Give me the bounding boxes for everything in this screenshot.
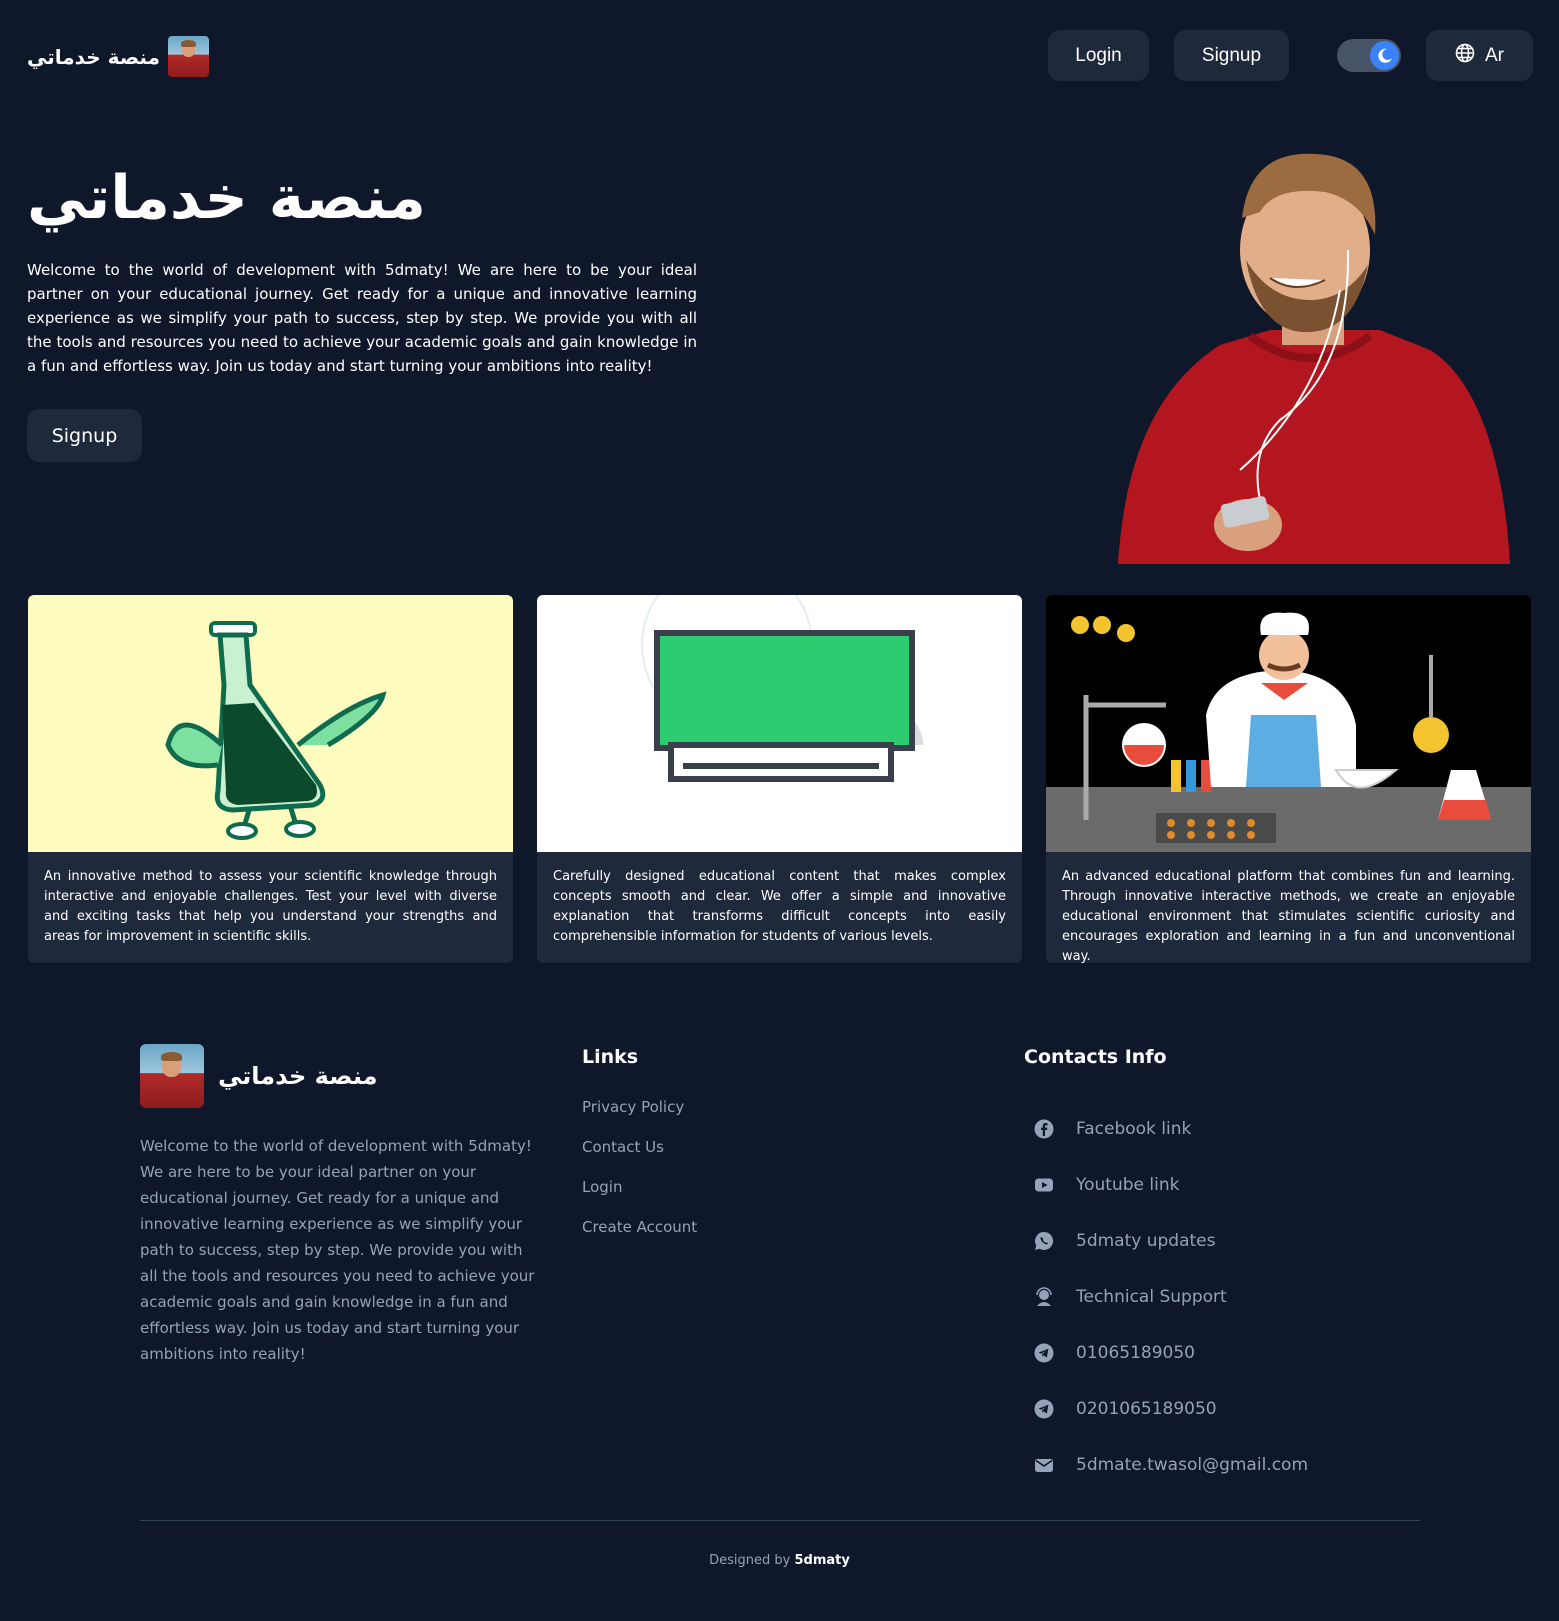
telegram-icon — [1034, 1343, 1054, 1363]
hero-title: منصة خدماتي — [27, 163, 426, 233]
footer-avatar — [140, 1044, 204, 1108]
contact-label: 5dmate.twasol@gmail.com — [1076, 1455, 1309, 1475]
youtube-icon — [1034, 1175, 1054, 1195]
footer-credit: Designed by 5dmaty — [0, 1553, 1559, 1568]
card-description: An advanced educational platform that co… — [1062, 869, 1515, 963]
signup-button[interactable]: Signup — [1174, 30, 1289, 81]
footer-link-contact-us[interactable]: Contact Us — [582, 1138, 697, 1178]
whatsapp-icon — [1034, 1231, 1054, 1251]
hero-signup-button[interactable]: Signup — [27, 409, 142, 462]
contact-email[interactable]: 5dmate.twasol@gmail.com — [1034, 1437, 1308, 1493]
contact-label: Youtube link — [1076, 1175, 1180, 1195]
language-button[interactable]: Ar — [1426, 30, 1533, 81]
contact-label: 0201065189050 — [1076, 1399, 1217, 1419]
login-button[interactable]: Login — [1048, 30, 1149, 81]
links-heading: Links — [582, 1046, 639, 1068]
contact-label: Technical Support — [1076, 1287, 1227, 1307]
footer-links-list: Privacy Policy Contact Us Login Create A… — [582, 1098, 697, 1258]
credit-name[interactable]: 5dmaty — [795, 1553, 850, 1568]
facebook-icon — [1034, 1119, 1054, 1139]
chef-laboratory-illustration — [1046, 595, 1531, 852]
language-label: Ar — [1485, 44, 1504, 66]
feature-card-content[interactable]: Carefully designed educational content t… — [537, 595, 1022, 963]
contact-facebook[interactable]: Facebook link — [1034, 1101, 1308, 1157]
contact-phone-1[interactable]: 01065189050 — [1034, 1325, 1308, 1381]
contact-technical-support[interactable]: Technical Support — [1034, 1269, 1308, 1325]
contacts-heading: Contacts Info — [1024, 1046, 1167, 1068]
telegram-icon — [1034, 1399, 1054, 1419]
footer-divider — [140, 1520, 1420, 1521]
brand-name: منصة خدماتي — [27, 44, 160, 69]
brand[interactable]: منصة خدماتي — [27, 36, 209, 77]
mail-icon — [1034, 1455, 1054, 1475]
hero-man-illustration — [1118, 153, 1510, 564]
footer-brand[interactable]: منصة خدماتي — [140, 1044, 378, 1108]
contact-whatsapp[interactable]: 5dmaty updates — [1034, 1213, 1308, 1269]
globe-icon — [1455, 43, 1475, 69]
card-description: An innovative method to assess your scie… — [44, 869, 497, 944]
feature-card-assessment[interactable]: An innovative method to assess your scie… — [28, 595, 513, 963]
header: منصة خدماتي Login Signup Ar — [0, 0, 1559, 112]
support-icon — [1034, 1287, 1054, 1307]
green-board-illustration — [537, 595, 1022, 852]
contact-youtube[interactable]: Youtube link — [1034, 1157, 1308, 1213]
contact-label: 01065189050 — [1076, 1343, 1195, 1363]
footer-about-text: Welcome to the world of development with… — [140, 1137, 535, 1363]
contact-phone-2[interactable]: 0201065189050 — [1034, 1381, 1308, 1437]
contacts-list: Facebook link Youtube link 5dmaty update… — [1034, 1101, 1308, 1493]
footer-brand-name: منصة خدماتي — [218, 1062, 378, 1090]
hero-description: Welcome to the world of development with… — [27, 261, 697, 375]
feature-card-platform[interactable]: An advanced educational platform that co… — [1046, 595, 1531, 963]
moon-icon — [1370, 41, 1399, 70]
brand-avatar — [167, 36, 209, 77]
flask-character-illustration — [28, 595, 513, 852]
contact-label: 5dmaty updates — [1076, 1231, 1216, 1251]
theme-toggle[interactable] — [1337, 39, 1401, 72]
footer-link-create-account[interactable]: Create Account — [582, 1218, 697, 1258]
contact-label: Facebook link — [1076, 1119, 1192, 1139]
card-description: Carefully designed educational content t… — [553, 869, 1006, 944]
footer-link-privacy-policy[interactable]: Privacy Policy — [582, 1098, 697, 1138]
footer-link-login[interactable]: Login — [582, 1178, 697, 1218]
credit-prefix: Designed by — [709, 1553, 791, 1568]
